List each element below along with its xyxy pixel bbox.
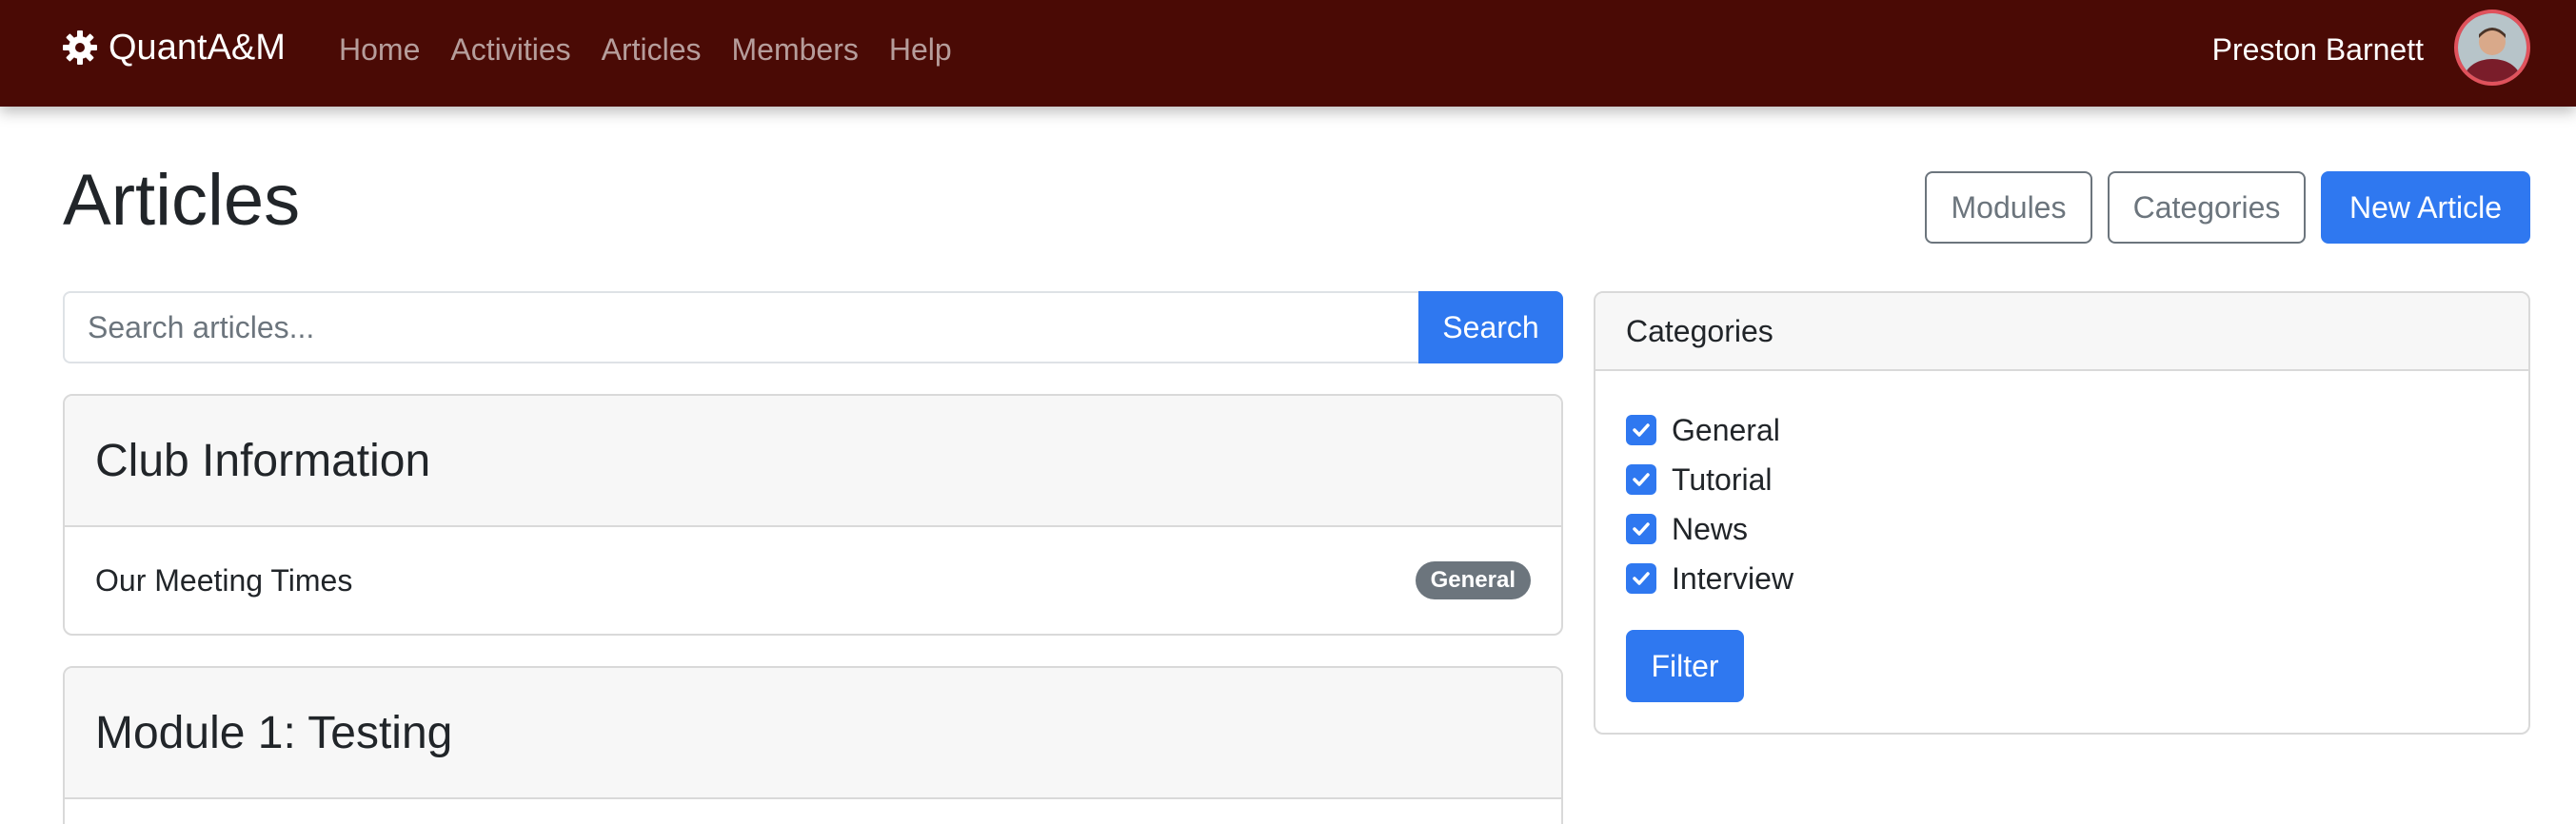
- section-title: Module 1: Testing: [65, 668, 1561, 799]
- checkbox-checked-icon[interactable]: [1626, 415, 1656, 445]
- categories-panel-header: Categories: [1595, 293, 2528, 371]
- category-label: News: [1672, 511, 1749, 546]
- section-title: Club Information: [65, 396, 1561, 527]
- modules-button[interactable]: Modules: [1925, 171, 2092, 244]
- navbar: QuantA&M Home Activities Articles Member…: [0, 0, 2576, 107]
- nav-link-home[interactable]: Home: [339, 32, 420, 68]
- category-item-news[interactable]: News: [1626, 504, 1793, 554]
- nav-link-help[interactable]: Help: [889, 32, 952, 68]
- category-item-interview[interactable]: Interview: [1626, 554, 1793, 603]
- nav-link-activities[interactable]: Activities: [450, 32, 570, 68]
- category-badge: General: [1415, 561, 1531, 599]
- nav-links: Home Activities Articles Members Help: [339, 27, 982, 72]
- brand-link[interactable]: QuantA&M: [61, 21, 286, 74]
- avatar[interactable]: [2454, 10, 2530, 86]
- new-article-button[interactable]: New Article: [2321, 171, 2530, 244]
- gear-icon: [61, 29, 99, 67]
- category-label: Interview: [1672, 560, 1794, 596]
- category-list: General Tutorial News Interview: [1626, 405, 1793, 603]
- category-item-general[interactable]: General: [1626, 405, 1793, 455]
- nav-link-articles[interactable]: Articles: [602, 32, 702, 68]
- search-input[interactable]: [63, 291, 1418, 363]
- section-card: Club Information Our Meeting Times Gener…: [63, 394, 1563, 636]
- category-item-tutorial[interactable]: Tutorial: [1626, 455, 1793, 504]
- nav-link-members[interactable]: Members: [732, 32, 859, 68]
- filter-button[interactable]: Filter: [1626, 630, 1744, 702]
- checkbox-checked-icon[interactable]: [1626, 563, 1656, 594]
- article-row[interactable]: Our Meeting Times General: [65, 527, 1561, 634]
- user-name[interactable]: Preston Barnett: [2212, 27, 2424, 72]
- article-title[interactable]: Our Meeting Times: [95, 563, 352, 598]
- search-button[interactable]: Search: [1418, 291, 1563, 363]
- brand-name: QuantA&M: [109, 27, 286, 68]
- checkbox-checked-icon[interactable]: [1626, 514, 1656, 544]
- category-label: Tutorial: [1672, 461, 1773, 497]
- checkbox-checked-icon[interactable]: [1626, 464, 1656, 495]
- section-card: Module 1: Testing: [63, 666, 1563, 824]
- categories-panel: Categories General Tutorial News Intervi…: [1594, 291, 2530, 735]
- category-label: General: [1672, 412, 1780, 447]
- categories-button[interactable]: Categories: [2108, 171, 2306, 244]
- page-title: Articles: [63, 160, 301, 241]
